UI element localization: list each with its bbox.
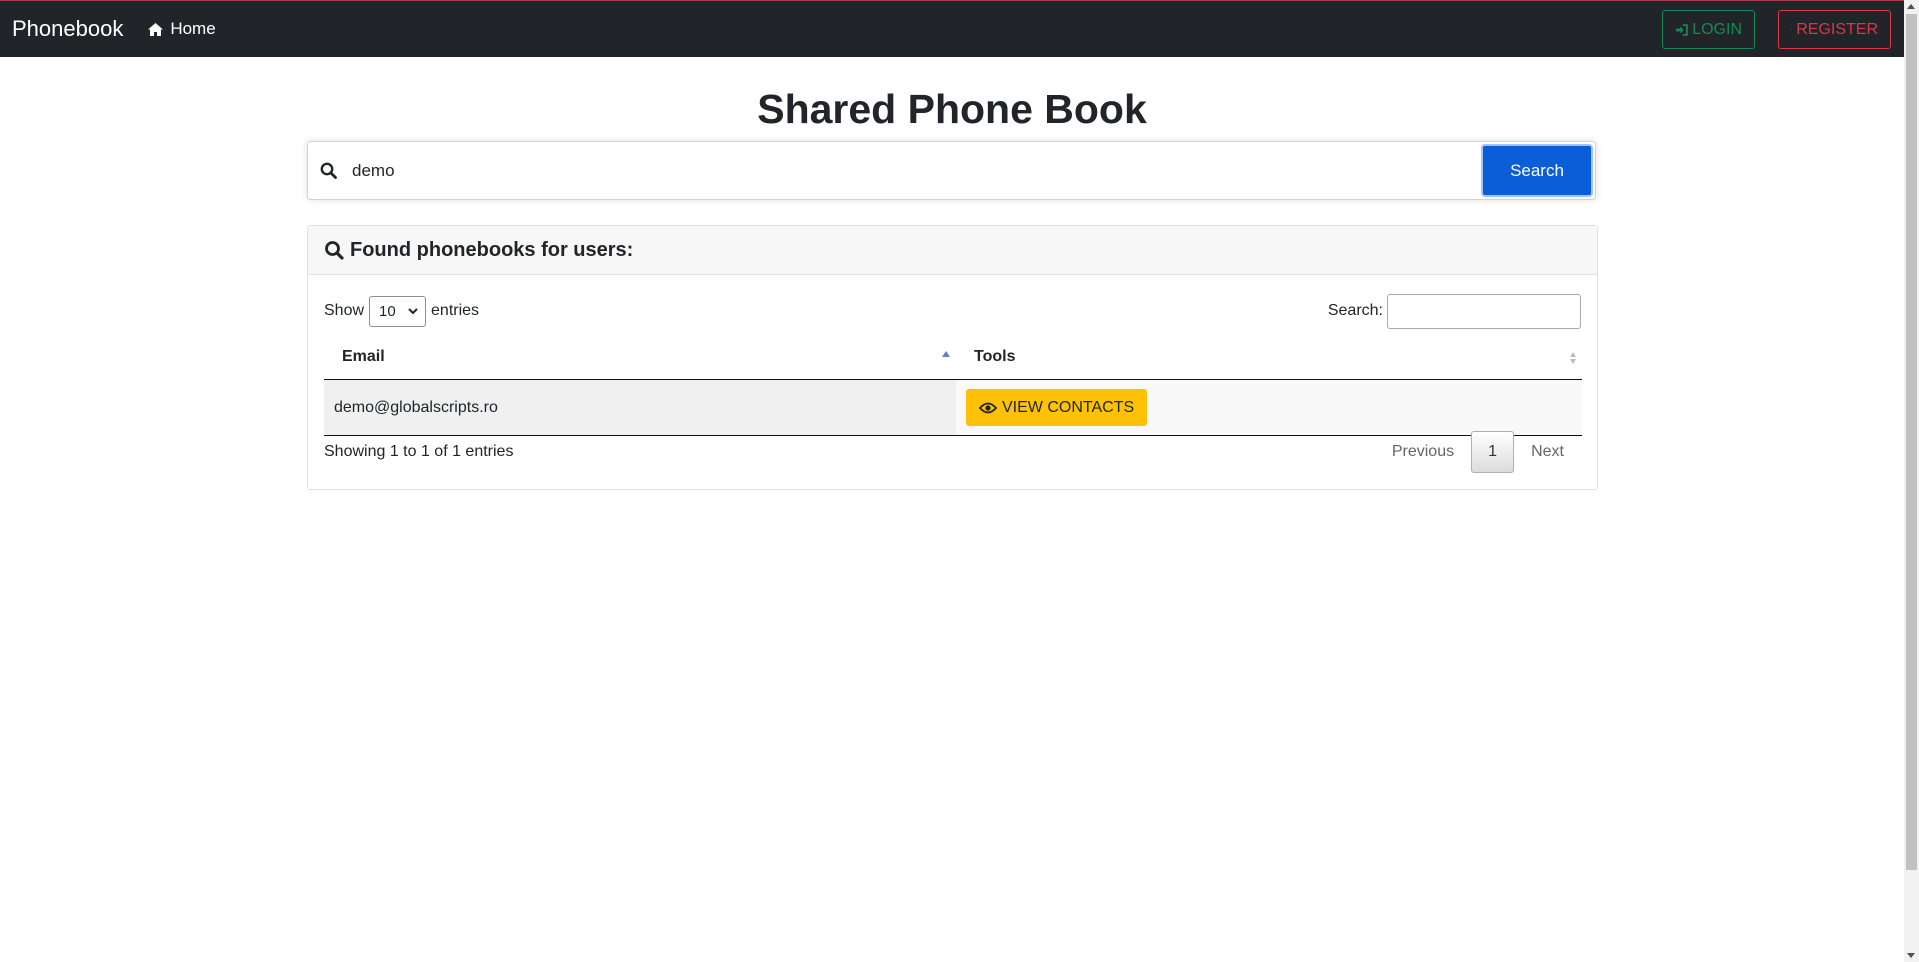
page-title: Shared Phone Book — [757, 86, 1147, 132]
entries-per-page-value: 10 — [379, 302, 396, 320]
results-card-header: Found phonebooks for users: — [308, 226, 1597, 275]
column-header-email[interactable]: Email — [324, 335, 956, 379]
search-field-icon-wrap — [308, 142, 348, 199]
entries-per-page-select[interactable]: 10 — [369, 295, 427, 327]
entries-length-control: Show 10 entries — [324, 295, 480, 327]
pagination: Previous 1 Next — [1375, 431, 1581, 473]
sort-both-icon — [1570, 352, 1576, 364]
column-header-tools-label: Tools — [974, 348, 1016, 365]
search-button[interactable]: Search — [1481, 144, 1593, 197]
page-scrollbar[interactable] — [1904, 0, 1919, 962]
eye-icon — [979, 402, 997, 413]
page-1-button[interactable]: 1 — [1471, 431, 1515, 473]
view-contacts-button[interactable]: VIEW CONTACTS — [966, 389, 1148, 426]
scroll-down-arrow-icon[interactable] — [1907, 953, 1915, 958]
table-controls: Show 10 entries Search: — [324, 293, 1581, 329]
nav-home-link[interactable]: Home — [147, 19, 216, 39]
search-icon — [325, 241, 344, 260]
nav-auth-buttons: LOGIN REGISTER — [1662, 10, 1891, 49]
top-navbar: Phonebook Home LOGIN REGISTER — [0, 0, 1904, 57]
next-page-button[interactable]: Next — [1514, 443, 1581, 461]
table-filter: Search: — [1327, 293, 1581, 329]
login-button[interactable]: LOGIN — [1662, 10, 1755, 49]
previous-page-button[interactable]: Previous — [1375, 443, 1471, 461]
login-label: LOGIN — [1692, 20, 1742, 38]
main-search-bar: Search — [307, 141, 1596, 200]
column-header-tools[interactable]: Tools — [956, 335, 1582, 379]
search-input[interactable] — [348, 142, 1479, 199]
scrollbar-thumb[interactable] — [1906, 14, 1917, 870]
entries-label: entries — [431, 302, 480, 319]
sign-in-icon — [1675, 23, 1688, 36]
sort-ascending-icon — [942, 351, 950, 357]
table-filter-input[interactable] — [1387, 293, 1581, 329]
chevron-down-icon — [408, 307, 418, 314]
scroll-up-arrow-icon[interactable] — [1907, 4, 1915, 9]
view-contacts-label: VIEW CONTACTS — [1002, 398, 1135, 416]
table-body: demo@globalscripts.ro VIEW CONTACTS — [324, 380, 1582, 436]
column-header-email-label: Email — [342, 348, 385, 365]
tools-cell: VIEW CONTACTS — [956, 380, 1582, 435]
results-card: Found phonebooks for users: Show 10 entr… — [307, 225, 1598, 490]
search-icon — [320, 162, 337, 179]
home-icon — [148, 22, 164, 36]
table-footer: Showing 1 to 1 of 1 entries Previous 1 N… — [324, 431, 1581, 473]
register-button[interactable]: REGISTER — [1778, 10, 1891, 49]
results-table: Email Tools demo@globalscripts.ro VIEW C — [324, 335, 1582, 436]
register-label: REGISTER — [1796, 20, 1878, 38]
table-header-row: Email Tools — [324, 335, 1582, 380]
plus-icon — [1791, 28, 1793, 31]
brand-link[interactable]: Phonebook — [12, 16, 123, 42]
table-filter-label: Search: — [1327, 302, 1383, 319]
show-label: Show — [324, 302, 365, 319]
results-card-title: Found phonebooks for users: — [350, 238, 634, 261]
table-row: demo@globalscripts.ro VIEW CONTACTS — [324, 380, 1582, 435]
nav-home-label: Home — [170, 19, 216, 38]
email-cell: demo@globalscripts.ro — [324, 380, 956, 435]
table-info: Showing 1 to 1 of 1 entries — [324, 443, 514, 460]
